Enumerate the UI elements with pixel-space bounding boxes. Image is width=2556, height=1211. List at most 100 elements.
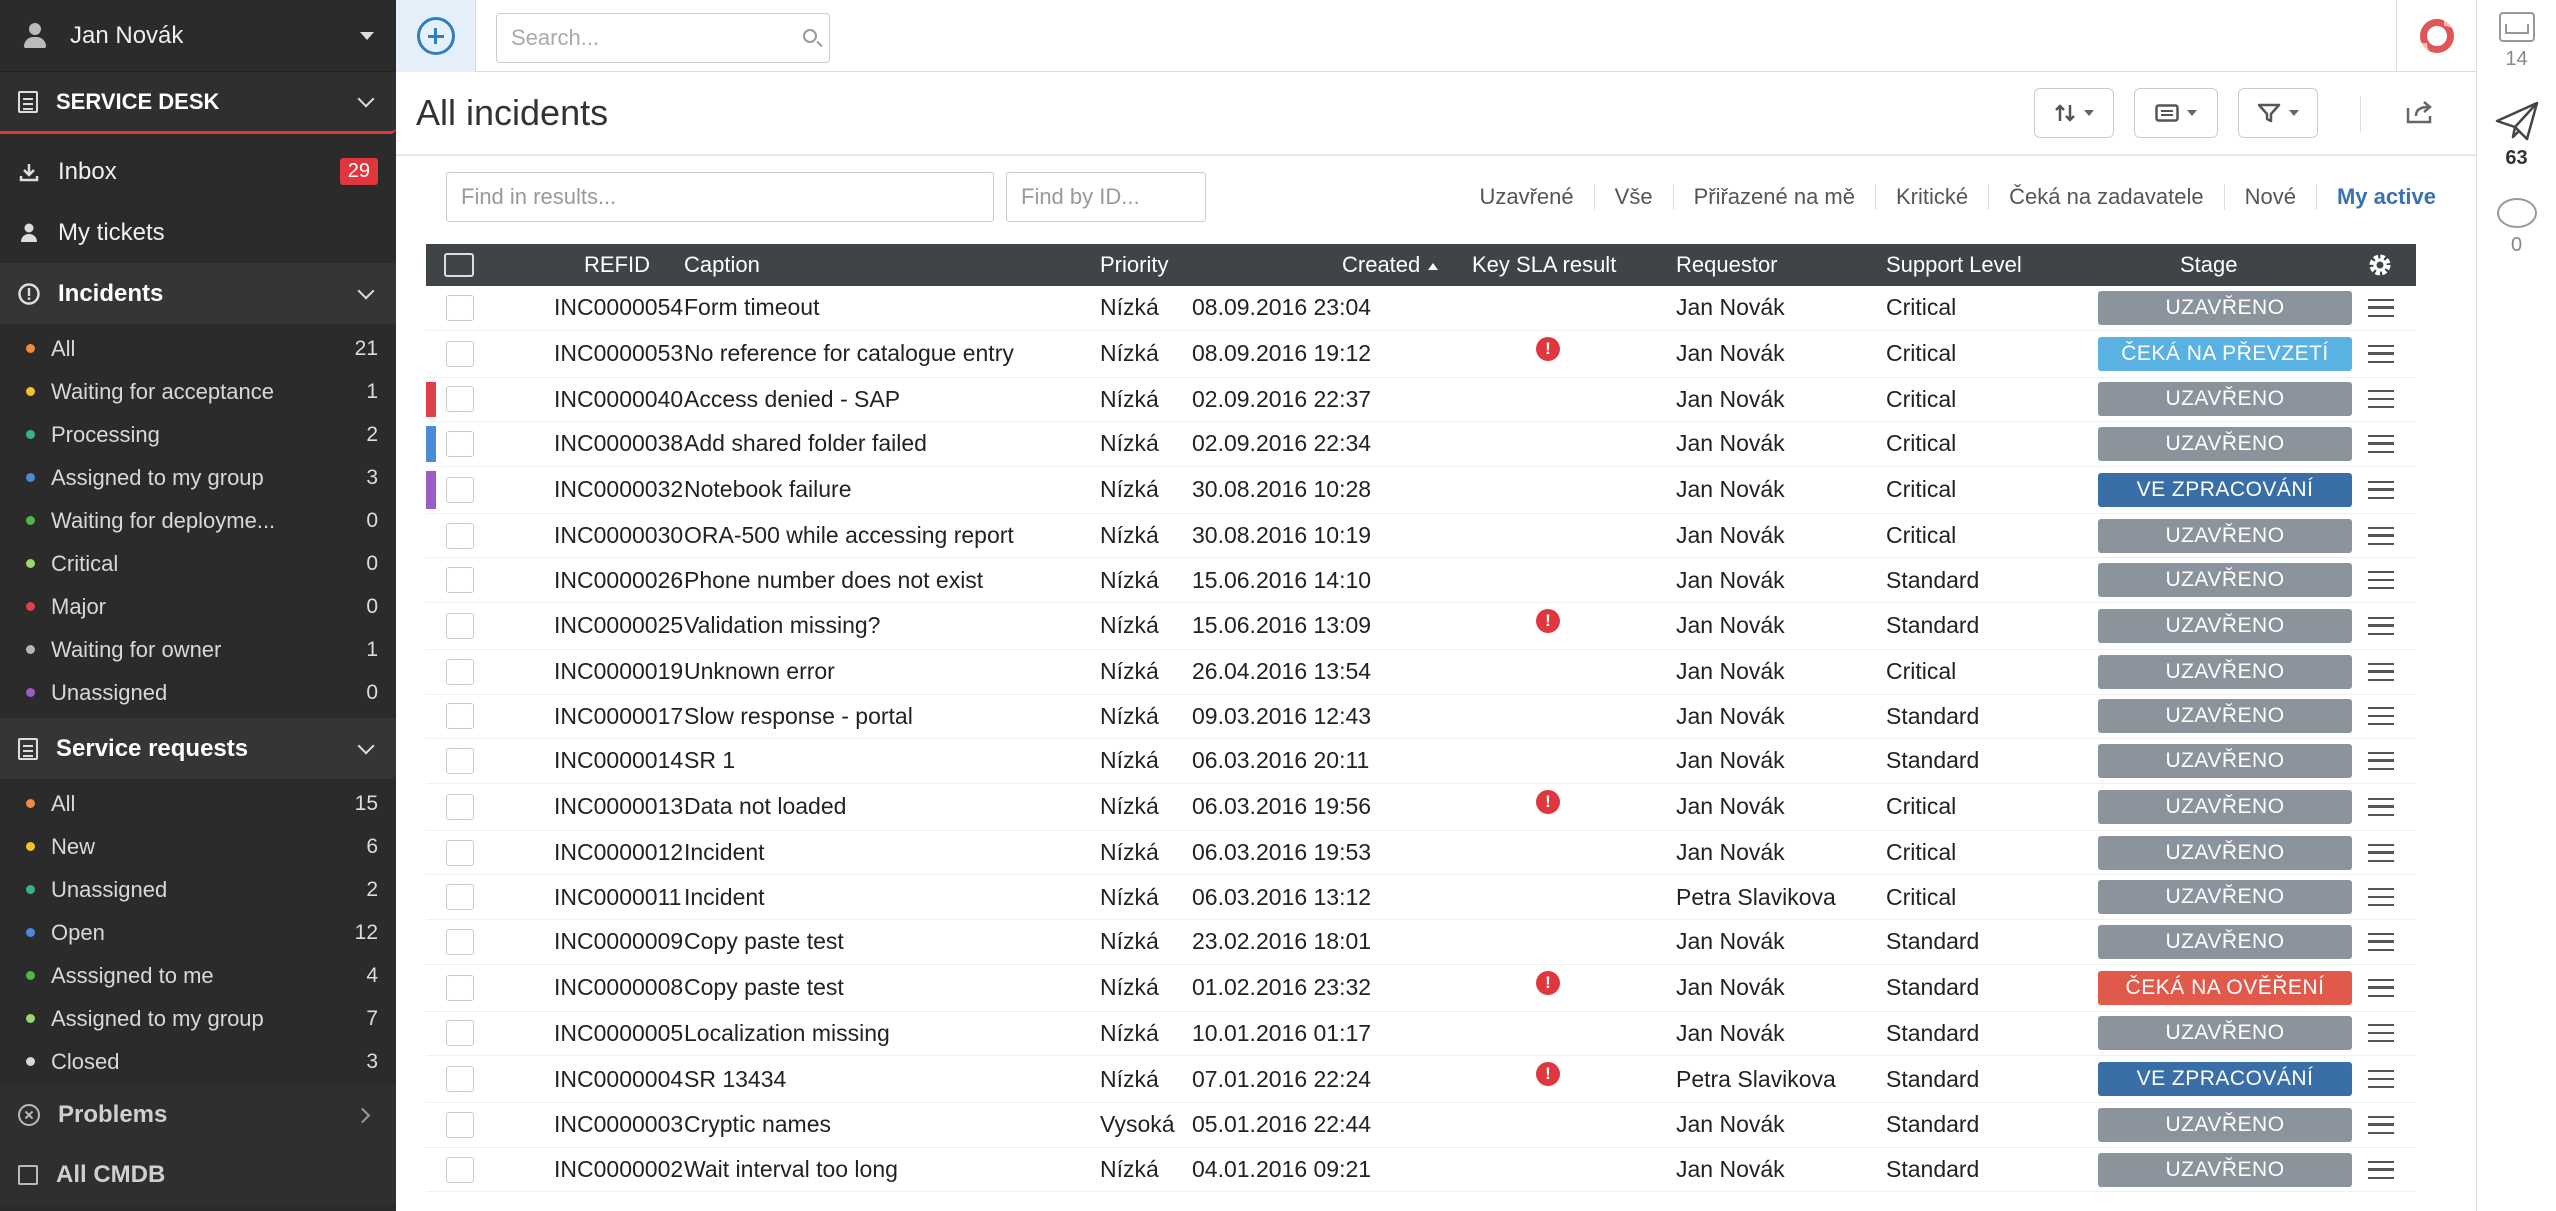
row-checkbox[interactable] [446, 386, 474, 413]
col-support-level[interactable]: Support Level [1886, 244, 2022, 286]
table-row[interactable]: INC0000008 Copy paste test Nízká 01.02.2016… [426, 965, 2416, 1012]
sidebar-section-incidents[interactable]: Incidents [0, 263, 396, 324]
row-menu-icon[interactable] [2368, 480, 2394, 499]
sidebar-section-cmdb[interactable]: All CMDB [0, 1145, 396, 1205]
cell-caption[interactable]: Copy paste test [684, 965, 844, 1011]
cell-refid[interactable]: INC0000054 [554, 286, 683, 330]
row-checkbox[interactable] [446, 522, 474, 549]
cell-caption[interactable]: SR 13434 [684, 1056, 786, 1102]
sidebar-incident-filter-1[interactable]: Waiting for acceptance 1 [0, 370, 396, 413]
sidebar-sr-filter-3[interactable]: Open 12 [0, 911, 396, 954]
search-input[interactable] [511, 25, 781, 51]
row-checkbox[interactable] [446, 658, 474, 685]
quick-filter-2[interactable]: Přiřazené na mě [1674, 184, 1876, 210]
row-checkbox[interactable] [446, 747, 474, 774]
cell-refid[interactable]: INC0000030 [554, 514, 683, 558]
sidebar-section-problems[interactable]: Problems [0, 1085, 396, 1145]
table-row[interactable]: INC0000019 Unknown error Nízká 26.04.2016 1… [426, 650, 2416, 695]
col-sla[interactable]: Key SLA result [1472, 244, 1616, 286]
cell-caption[interactable]: Notebook failure [684, 467, 852, 513]
row-checkbox[interactable] [446, 793, 474, 820]
table-row[interactable]: INC0000003 Cryptic names Vysoká 05.01.2016 … [426, 1103, 2416, 1148]
share-icon[interactable] [2406, 100, 2436, 124]
add-button[interactable] [396, 0, 476, 72]
table-row[interactable]: INC0000004 SR 13434 Nízká 07.01.2016 22:24 P… [426, 1056, 2416, 1104]
cell-refid[interactable]: INC0000014 [554, 739, 683, 783]
table-row[interactable]: INC0000032 Notebook failure Nízká 30.08.201… [426, 467, 2416, 514]
cell-caption[interactable]: ORA-500 while accessing report [684, 514, 1014, 558]
row-checkbox[interactable] [446, 567, 474, 594]
row-menu-icon[interactable] [2368, 1070, 2394, 1089]
search-icon[interactable] [803, 29, 817, 43]
find-by-id-input[interactable] [1006, 172, 1206, 222]
row-menu-icon[interactable] [2368, 797, 2394, 816]
table-row[interactable]: INC0000038 Add shared folder failed Nízká 0… [426, 422, 2416, 467]
row-checkbox[interactable] [446, 928, 474, 955]
quick-filter-5[interactable]: Nové [2225, 184, 2317, 210]
table-row[interactable]: INC0000014 SR 1 Nízká 06.03.2016 20:11 Jan N… [426, 739, 2416, 784]
cell-caption[interactable]: Phone number does not exist [684, 558, 983, 602]
table-row[interactable]: INC0000040 Access denied - SAP Nízká 02.09.… [426, 378, 2416, 423]
row-menu-icon[interactable] [2368, 298, 2394, 317]
service-desk-switcher[interactable]: SERVICE DESK [0, 72, 396, 134]
cell-caption[interactable]: Incident [684, 831, 765, 875]
sidebar-incident-filter-2[interactable]: Processing 2 [0, 413, 396, 456]
sidebar-sr-filter-2[interactable]: Unassigned 2 [0, 868, 396, 911]
cell-refid[interactable]: INC0000002 [554, 1148, 683, 1192]
table-row[interactable]: INC0000017 Slow response - portal Nízká 09.… [426, 695, 2416, 740]
cell-refid[interactable]: INC0000032 [554, 467, 683, 513]
table-row[interactable]: INC0000030 ORA-500 while accessing report… [426, 514, 2416, 559]
cell-refid[interactable]: INC0000004 [554, 1056, 683, 1102]
row-checkbox[interactable] [446, 703, 474, 730]
view-button[interactable] [2134, 88, 2218, 138]
rail-comments[interactable]: 0 [2477, 170, 2556, 257]
sidebar-sr-filter-5[interactable]: Assigned to my group 7 [0, 997, 396, 1040]
cell-caption[interactable]: Data not loaded [684, 784, 846, 830]
sort-button[interactable] [2034, 88, 2114, 138]
row-menu-icon[interactable] [2368, 707, 2394, 726]
quick-filter-4[interactable]: Čeká na zadavatele [1989, 184, 2225, 210]
cell-refid[interactable]: INC0000009 [554, 920, 683, 964]
table-row[interactable]: INC0000005 Localization missing Nízká 10.01… [426, 1012, 2416, 1057]
cell-caption[interactable]: Validation missing? [684, 603, 880, 649]
table-row[interactable]: INC0000013 Data not loaded Nízká 06.03.2016… [426, 784, 2416, 831]
sidebar-incident-filter-4[interactable]: Waiting for deployme... 0 [0, 499, 396, 542]
row-checkbox[interactable] [446, 1156, 474, 1183]
row-menu-icon[interactable] [2368, 932, 2394, 951]
help-button[interactable] [2396, 0, 2476, 72]
table-row[interactable]: INC0000002 Wait interval too long Nízká 04.… [426, 1148, 2416, 1193]
quick-filter-0[interactable]: Uzavřené [1459, 184, 1595, 210]
cell-caption[interactable]: Form timeout [684, 286, 819, 330]
cell-caption[interactable]: Wait interval too long [684, 1148, 898, 1192]
row-menu-icon[interactable] [2368, 662, 2394, 681]
sidebar-item-my-tickets[interactable]: My tickets [0, 202, 396, 263]
sidebar-item-inbox[interactable]: Inbox 29 [0, 141, 396, 202]
row-checkbox[interactable] [446, 612, 474, 639]
row-menu-icon[interactable] [2368, 434, 2394, 453]
sidebar-incident-filter-8[interactable]: Unassigned 0 [0, 671, 396, 714]
cell-caption[interactable]: Copy paste test [684, 920, 844, 964]
cell-refid[interactable]: INC0000026 [554, 558, 683, 602]
row-menu-icon[interactable] [2368, 390, 2394, 409]
row-menu-icon[interactable] [2368, 843, 2394, 862]
quick-filter-1[interactable]: Vše [1595, 184, 1674, 210]
cell-refid[interactable]: INC0000053 [554, 331, 683, 377]
row-menu-icon[interactable] [2368, 888, 2394, 907]
row-checkbox[interactable] [446, 430, 474, 457]
cell-refid[interactable]: INC0000038 [554, 422, 683, 466]
row-checkbox[interactable] [446, 884, 474, 911]
cell-refid[interactable]: INC0000017 [554, 695, 683, 739]
table-row[interactable]: INC0000054 Form timeout Nízká 08.09.2016 23… [426, 286, 2416, 331]
cell-refid[interactable]: INC0000025 [554, 603, 683, 649]
row-menu-icon[interactable] [2368, 344, 2394, 363]
cell-caption[interactable]: Access denied - SAP [684, 378, 900, 422]
table-row[interactable]: INC0000011 Incident Nízká 06.03.2016 13:12 P… [426, 875, 2416, 920]
quick-filter-3[interactable]: Kritické [1876, 184, 1990, 210]
row-menu-icon[interactable] [2368, 751, 2394, 770]
sidebar-sr-filter-0[interactable]: All 15 [0, 782, 396, 825]
col-requestor[interactable]: Requestor [1676, 244, 1778, 286]
cell-caption[interactable]: Unknown error [684, 650, 835, 694]
row-checkbox[interactable] [446, 340, 474, 367]
select-all-checkbox[interactable] [444, 253, 474, 277]
table-row[interactable]: INC0000026 Phone number does not exist Níz… [426, 558, 2416, 603]
